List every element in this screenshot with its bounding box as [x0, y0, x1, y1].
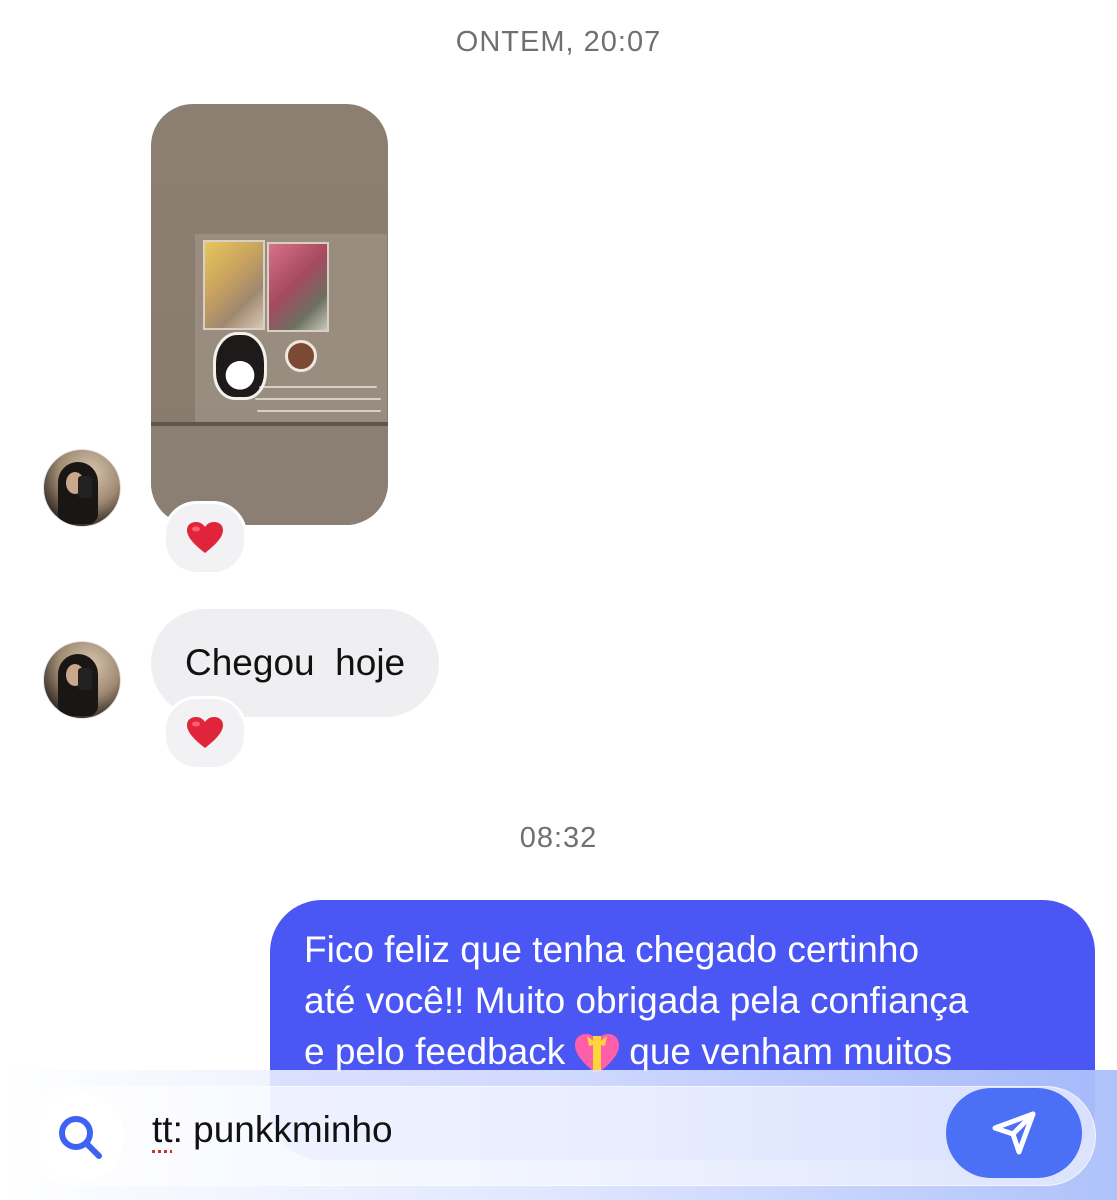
heart-reaction[interactable] — [163, 696, 247, 770]
heart-reaction[interactable] — [163, 501, 247, 575]
photocard-left — [203, 240, 265, 330]
chat-screen: ONTEM, 20:07 Chegou hoje 08:32 Fico feli… — [0, 0, 1117, 1200]
message-line: Fico feliz que tenha chegado certinho — [304, 929, 920, 970]
sticker-kuromi — [213, 332, 267, 400]
heart-reaction-icon — [187, 522, 223, 553]
sticker-bear — [285, 340, 317, 372]
search-input[interactable]: tt: punkkminho — [152, 1109, 393, 1151]
timestamp-yesterday: ONTEM, 20:07 — [455, 26, 662, 58]
heart-reaction-icon — [187, 717, 223, 748]
timestamp-today: 08:32 — [519, 822, 598, 854]
avatar[interactable] — [43, 449, 121, 527]
send-button[interactable] — [946, 1088, 1082, 1178]
photocard-right — [267, 242, 329, 332]
search-button[interactable] — [36, 1093, 124, 1181]
send-icon — [992, 1111, 1036, 1155]
message-line: até você!! Muito obrigada pela confiança — [304, 980, 969, 1021]
photo-message[interactable] — [151, 104, 388, 525]
avatar[interactable] — [43, 641, 121, 719]
search-icon — [59, 1116, 102, 1159]
